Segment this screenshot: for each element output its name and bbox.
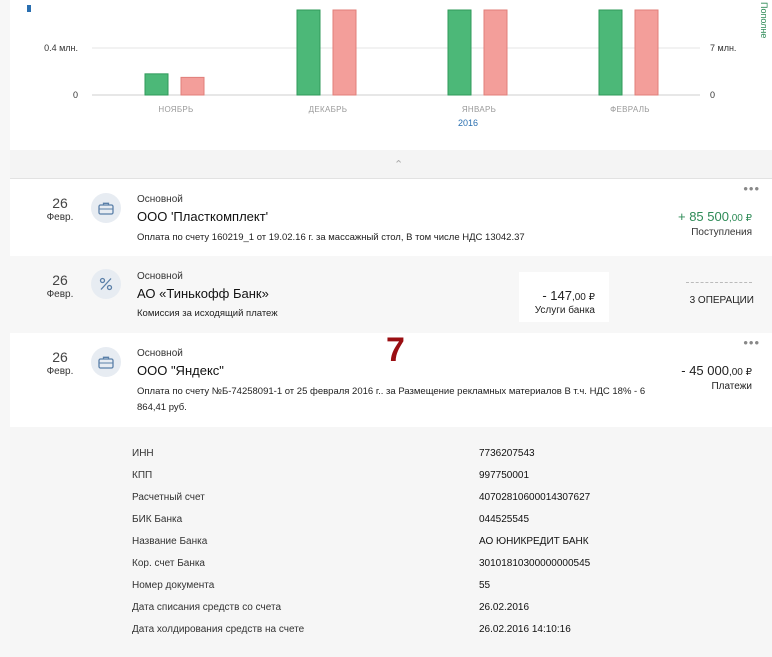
detail-label: Дата списания средств со счета	[132, 602, 282, 613]
month-label: ЯНВАРЬ	[462, 105, 496, 114]
detail-label: ИНН	[132, 448, 154, 459]
left-axis-marker	[27, 5, 31, 12]
transaction-day: 26	[52, 349, 68, 365]
transaction-counterparty: АО «Тинькофф Банк»	[137, 286, 269, 301]
more-options-icon[interactable]: •••	[743, 335, 760, 350]
bar-expense-2[interactable]	[483, 9, 508, 96]
bar-expense-1[interactable]	[332, 9, 357, 96]
annotation-marker: 7	[386, 331, 405, 369]
transaction-month: Февр.	[46, 366, 74, 377]
bar-income-2[interactable]	[447, 9, 472, 96]
detail-label: Название Банка	[132, 536, 208, 547]
detail-label: Номер документа	[132, 580, 215, 591]
right-axis-title: Пополне	[759, 2, 769, 38]
detail-value: 044525545	[479, 514, 530, 525]
bar-income-1[interactable]	[296, 9, 321, 96]
briefcase-icon	[91, 347, 121, 377]
bar-expense-0[interactable]	[180, 76, 205, 96]
transaction-amount: + 85 500,00 ₽	[677, 209, 752, 224]
detail-value: 26.02.2016 14:10:16	[479, 624, 571, 635]
year-label: 2016	[458, 118, 478, 128]
detail-value: АО ЮНИКРЕДИТ БАНК	[479, 536, 589, 547]
detail-label: Кор. счет Банка	[132, 558, 205, 569]
transaction-row[interactable]: 26 Февр. Основной АО «Тинькофф Банк» Ком…	[10, 256, 772, 334]
more-options-icon[interactable]: •••	[743, 181, 760, 196]
transaction-counterparty: ООО 'Пласткомплект'	[137, 209, 269, 224]
detail-label: Расчетный счет	[132, 492, 205, 503]
transaction-month: Февр.	[46, 289, 74, 300]
transaction-description: Оплата по счету №Б-74258091-1 от 25 февр…	[137, 386, 646, 413]
detail-label: БИК Банка	[132, 514, 183, 525]
transaction-description: Оплата по счету 160219_1 от 19.02.16 г. …	[137, 232, 525, 243]
transaction-category: Основной	[137, 271, 183, 282]
transaction-amount: - 147,00 ₽	[542, 288, 595, 303]
detail-value: 997750001	[479, 470, 530, 481]
amount-box: - 147,00 ₽ Услуги банка	[519, 272, 609, 322]
collapse-chart-bar[interactable]: ⌃	[10, 150, 772, 179]
transaction-details: ИНН 7736207543 КПП 997750001 Расчетный с…	[10, 427, 772, 657]
transaction-row[interactable]: 26 Февр. Основной ООО 'Пласткомплект' Оп…	[10, 179, 772, 257]
bar-chart: 0.4 млн. 0 7 млн. 0 Пополне 2016 НОЯБРЬ Д…	[27, 2, 769, 128]
briefcase-icon	[91, 193, 121, 223]
divider	[686, 282, 752, 283]
month-label: ДЕКАБРЬ	[309, 105, 348, 114]
detail-value: 30101810300000000545	[479, 558, 591, 569]
transaction-day: 26	[52, 272, 68, 288]
detail-value: 55	[479, 580, 491, 591]
transaction-description: Комиссия за исходящий платеж	[137, 308, 278, 319]
left-tick-zero: 0	[73, 90, 78, 100]
right-tick-mid: 7 млн.	[710, 43, 736, 53]
bar-expense-3[interactable]	[634, 9, 659, 96]
transaction-month: Февр.	[46, 212, 74, 223]
transaction-category: Основной	[137, 348, 183, 359]
transaction-amount: - 45 000,00 ₽	[681, 363, 752, 378]
transaction-amount-label: Услуги банка	[534, 305, 595, 316]
chevron-up-icon[interactable]: ⌃	[394, 158, 403, 171]
bar-income-0[interactable]	[144, 73, 169, 96]
bar-income-3[interactable]	[598, 9, 623, 96]
left-tick-mid: 0.4 млн.	[44, 43, 78, 53]
detail-label: Дата холдирования средств на счете	[132, 624, 305, 635]
detail-label: КПП	[132, 470, 153, 481]
transaction-day: 26	[52, 195, 68, 211]
transaction-amount-label: Поступления	[691, 227, 752, 238]
transaction-amount-label: Платежи	[711, 381, 752, 392]
chart-panel: 0.4 млн. 0 7 млн. 0 Пополне 2016 НОЯБРЬ Д…	[10, 0, 772, 151]
month-label: ФЕВРАЛЬ	[610, 105, 650, 114]
transaction-counterparty: ООО "Яндекс"	[137, 363, 224, 378]
detail-value: 26.02.2016	[479, 602, 530, 613]
operations-count-link[interactable]: 3 ОПЕРАЦИИ	[690, 295, 754, 306]
month-label: НОЯБРЬ	[158, 105, 193, 114]
detail-value: 40702810600014307627	[479, 492, 591, 503]
percent-icon	[91, 269, 121, 299]
right-tick-zero: 0	[710, 90, 715, 100]
transaction-category: Основной	[137, 194, 183, 205]
amount-box: - 45 000,00 ₽ Платежи	[676, 349, 772, 415]
detail-value: 7736207543	[479, 448, 535, 459]
